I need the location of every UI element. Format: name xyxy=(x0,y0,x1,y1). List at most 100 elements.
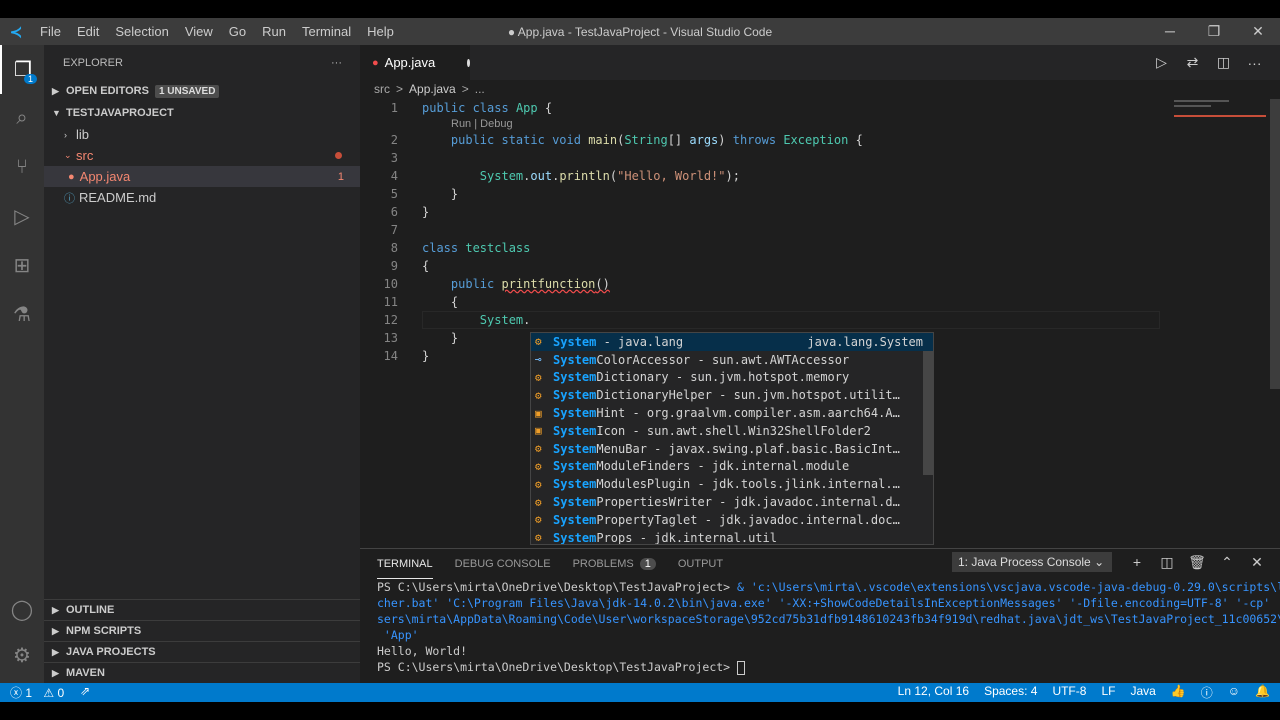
line-text: System.out.println("Hello, World!"); xyxy=(422,167,740,185)
more-actions-icon[interactable]: ··· xyxy=(331,57,342,69)
account-icon[interactable]: ◯ xyxy=(0,585,44,634)
suggestion-rest: - java.lang xyxy=(596,334,684,349)
line-number: 8 xyxy=(390,241,398,255)
suggestion-rest: ModulesPlugin - jdk.tools.jlink.internal… xyxy=(596,477,900,492)
menu-item-edit[interactable]: Edit xyxy=(69,24,107,39)
cursor-position[interactable]: Ln 12, Col 16 xyxy=(898,684,969,701)
search-icon[interactable]: ⌕ xyxy=(0,94,44,143)
suggestion-rest: Props - jdk.internal.util xyxy=(596,530,777,545)
suggestion-item[interactable]: ⚙ System PropertiesWriter - jdk.javadoc.in… xyxy=(531,493,933,511)
suggestion-item[interactable]: ⚙ System Props - jdk.internal.util xyxy=(531,529,933,545)
terminal-output[interactable]: PS C:\Users\mirta\OneDrive\Desktop\TestJ… xyxy=(360,579,1280,675)
breadcrumb-item[interactable]: src xyxy=(374,82,390,96)
tab-problems[interactable]: PROBLEMS 1 xyxy=(573,549,656,579)
breadcrumb-item[interactable]: App.java xyxy=(409,82,456,96)
more-actions-icon[interactable]: ··· xyxy=(1239,55,1270,71)
source-control-icon[interactable]: ⑂ xyxy=(0,143,44,192)
code-token: { xyxy=(422,295,459,309)
tree-folder-src[interactable]: ⌄ src xyxy=(44,145,360,166)
compare-icon[interactable]: ⇄ xyxy=(1177,54,1208,71)
maximize-panel-icon[interactable]: ⌃ xyxy=(1212,554,1242,571)
tab-terminal[interactable]: TERMINAL xyxy=(377,549,433,579)
interface-icon: ⊸ xyxy=(535,353,542,367)
unsaved-dot-icon[interactable] xyxy=(467,58,470,67)
suggestion-item[interactable]: ⚙ System PropertyTaglet - jdk.javadoc.inte… xyxy=(531,511,933,529)
terminal-prompt: PS C:\Users\mirta\OneDrive\Desktop\TestJ… xyxy=(377,580,738,594)
suggestion-item[interactable]: ⚙ System ModulesPlugin - jdk.tools.jlink.i… xyxy=(531,475,933,493)
info-icon[interactable]: ⓘ xyxy=(1201,684,1213,701)
suggestion-item[interactable]: ▣ System Hint - org.graalvm.compiler.asm.a… xyxy=(531,404,933,422)
menu-item-selection[interactable]: Selection xyxy=(107,24,176,39)
minimize-button[interactable]: ─ xyxy=(1148,18,1192,45)
tree-file-readme[interactable]: ⓘ README.md xyxy=(44,187,360,208)
suggestion-match: System xyxy=(553,406,597,421)
menu-item-help[interactable]: Help xyxy=(359,24,402,39)
close-window-button[interactable]: ✕ xyxy=(1236,18,1280,45)
menu-item-file[interactable]: File xyxy=(32,24,69,39)
suggestion-rest: Hint - org.graalvm.compiler.asm.aarch64.… xyxy=(596,406,900,421)
bell-icon[interactable]: 🔔 xyxy=(1255,684,1270,701)
indentation[interactable]: Spaces: 4 xyxy=(984,684,1037,701)
section-maven[interactable]: ▶ MAVEN xyxy=(44,662,360,683)
tab-debug-console[interactable]: DEBUG CONSOLE xyxy=(455,549,551,579)
code-editor[interactable]: 1 public class App {Run | Debug 2 public s… xyxy=(360,99,1280,365)
breadcrumb: src > App.java >... xyxy=(360,80,1280,98)
open-editors-section[interactable]: ▶ OPEN EDITORS 1 UNSAVED xyxy=(44,80,360,102)
restore-button[interactable]: ❐ xyxy=(1192,18,1236,45)
menu-item-view[interactable]: View xyxy=(177,24,221,39)
suggestion-item[interactable]: ⚙ System MenuBar - javax.swing.plaf.basic.… xyxy=(531,440,933,458)
problems-status[interactable]: ⓧ 1 ⚠ 0 xyxy=(10,684,72,701)
suggestion-item[interactable]: ⊸ System ColorAccessor - sun.awt.AWTAccess… xyxy=(531,351,933,369)
tree-folder-lib[interactable]: › lib xyxy=(44,124,360,145)
encoding[interactable]: UTF-8 xyxy=(1052,684,1086,701)
line-text: { xyxy=(422,257,429,275)
extensions-icon[interactable]: ⊞ xyxy=(0,241,44,290)
line-number: 1 xyxy=(390,101,398,115)
terminal-select[interactable]: 1: Java Process Console ⌄ xyxy=(952,552,1112,572)
language-mode[interactable]: Java xyxy=(1130,684,1155,701)
breadcrumb-separator: > xyxy=(461,82,469,96)
problems-badge: 1 xyxy=(639,558,656,570)
tree-file-app-java[interactable]: ● App.java 1 xyxy=(44,166,360,187)
split-editor-icon[interactable]: ◫ xyxy=(1208,54,1239,71)
close-panel-icon[interactable]: ✕ xyxy=(1242,554,1272,571)
menu-item-run[interactable]: Run xyxy=(254,24,294,39)
thumbs-up-icon[interactable]: 👍 xyxy=(1171,684,1186,701)
code-line: 9{ xyxy=(360,257,1280,275)
suggestion-match: System xyxy=(553,512,597,527)
section-outline[interactable]: ▶ OUTLINE xyxy=(44,599,360,620)
menu-item-terminal[interactable]: Terminal xyxy=(294,24,359,39)
breadcrumb-item[interactable]: ... xyxy=(475,82,485,96)
tab-output[interactable]: OUTPUT xyxy=(678,549,723,579)
trash-icon[interactable]: 🗑 xyxy=(1182,554,1212,571)
suggestion-item[interactable]: ⚙ System DictionaryHelper - sun.jvm.hotspo… xyxy=(531,386,933,404)
feedback-icon[interactable]: ☺ xyxy=(1228,684,1240,701)
suggestion-match: System xyxy=(553,352,597,367)
suggestion-item[interactable]: ⚙ System Dictionary - sun.jvm.hotspot.memo… xyxy=(531,369,933,387)
testing-icon[interactable]: ⚗ xyxy=(0,290,44,339)
section-java-projects[interactable]: ▶ JAVA PROJECTS xyxy=(44,641,360,662)
current-line-highlight xyxy=(422,311,1160,329)
project-section[interactable]: ▼ TESTJAVAPROJECT xyxy=(44,102,360,124)
suggestion-item[interactable]: ▣ System Icon - sun.awt.shell.Win32ShellFo… xyxy=(531,422,933,440)
info-file-icon: ⓘ xyxy=(64,192,75,205)
new-terminal-icon[interactable]: + xyxy=(1122,554,1152,570)
suggestion-item[interactable]: ⚙ System - java.lang java.lang.System xyxy=(531,333,933,351)
codelens-run-debug[interactable]: Run | Debug xyxy=(360,117,1280,131)
split-terminal-icon[interactable]: ◫ xyxy=(1152,554,1182,571)
run-icon[interactable]: ▷ xyxy=(1146,54,1177,71)
menu-item-go[interactable]: Go xyxy=(221,24,254,39)
code-line: 6} xyxy=(360,203,1280,221)
section-npm-scripts[interactable]: ▶ NPM SCRIPTS xyxy=(44,620,360,641)
gear-icon[interactable]: ⚙ xyxy=(0,631,44,680)
code-token: void xyxy=(552,133,589,147)
suggestion-item[interactable]: ⚙ System ModuleFinders - jdk.internal.modu… xyxy=(531,458,933,476)
explorer-icon[interactable]: ❐ 1 xyxy=(0,45,44,94)
code-line: 1 public class App { xyxy=(360,99,1280,117)
explorer-sidebar: EXPLORER ··· ▶ OPEN EDITORS 1 UNSAVED ▼ TEST… xyxy=(44,45,360,683)
line-ending[interactable]: LF xyxy=(1101,684,1115,701)
run-debug-icon[interactable]: ▷ xyxy=(0,192,44,241)
suggestion-rest: ColorAccessor - sun.awt.AWTAccessor xyxy=(596,352,850,367)
live-share-icon[interactable]: ⇗ xyxy=(80,684,90,701)
tab-app-java[interactable]: ● App.java xyxy=(360,45,470,80)
